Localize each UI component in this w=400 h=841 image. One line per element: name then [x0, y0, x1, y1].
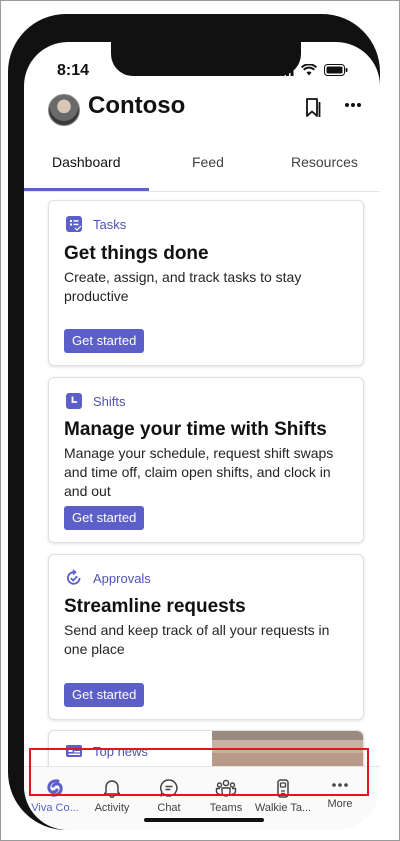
- more-options-icon[interactable]: [344, 102, 362, 108]
- card-tag: Approvals: [65, 569, 151, 587]
- nav-label: Chat: [157, 802, 181, 814]
- notch: [111, 42, 301, 76]
- nav-label: Teams: [209, 802, 243, 814]
- phone-frame: 8:14 Contoso Dashboard Feed Resources Ta…: [8, 14, 380, 830]
- get-started-button[interactable]: Get started: [64, 329, 145, 353]
- nav-label: Viva Co...: [31, 802, 79, 814]
- card-description: Send and keep track of all your requests…: [64, 622, 330, 657]
- page-title: Contoso: [88, 92, 186, 119]
- get-started-button[interactable]: Get started: [64, 683, 145, 707]
- tasks-card: Tasks Get things done Create, assign, an…: [48, 200, 364, 366]
- approvals-icon: [67, 569, 81, 585]
- card-description: Create, assign, and track tasks to stay …: [64, 269, 302, 304]
- shifts-icon: [66, 393, 82, 409]
- tab-divider: [24, 191, 380, 192]
- highlight-annotation: [29, 748, 369, 796]
- signal-icon: [277, 64, 294, 76]
- wifi-icon: [301, 64, 317, 76]
- card-tag: Tasks: [65, 215, 126, 233]
- card-title: Get things done: [64, 243, 209, 264]
- tab-dashboard[interactable]: Dashboard: [52, 154, 121, 170]
- nav-label: More: [327, 798, 353, 810]
- app-header: Contoso: [48, 92, 368, 138]
- card-title: Manage your time with Shifts: [64, 419, 327, 440]
- phone-screen: 8:14 Contoso Dashboard Feed Resources Ta…: [24, 42, 380, 830]
- card-tag-label: Tasks: [93, 216, 127, 232]
- nav-label: Activity: [94, 802, 130, 814]
- tasks-icon: [66, 216, 82, 232]
- tab-bar: Dashboard Feed Resources: [24, 154, 380, 194]
- nav-label: Walkie Ta...: [254, 802, 312, 814]
- home-indicator: [144, 818, 264, 822]
- card-tag-label: Shifts: [93, 393, 126, 409]
- tab-feed[interactable]: Feed: [192, 154, 224, 170]
- shifts-card: Shifts Manage your time with Shifts Mana…: [48, 377, 364, 543]
- status-time: 8:14: [57, 62, 90, 79]
- get-started-button[interactable]: Get started: [64, 506, 145, 530]
- approvals-card: Approvals Streamline requests Send and k…: [48, 554, 364, 720]
- avatar[interactable]: [48, 94, 80, 126]
- status-icons: [277, 64, 348, 76]
- card-title: Streamline requests: [64, 596, 246, 617]
- card-tag-label: Approvals: [93, 570, 151, 586]
- tab-resources[interactable]: Resources: [291, 154, 358, 170]
- card-tag: Shifts: [65, 392, 126, 410]
- bookmark-icon[interactable]: [304, 97, 322, 119]
- battery-icon: [324, 64, 348, 76]
- card-description: Manage your schedule, request shift swap…: [64, 445, 334, 499]
